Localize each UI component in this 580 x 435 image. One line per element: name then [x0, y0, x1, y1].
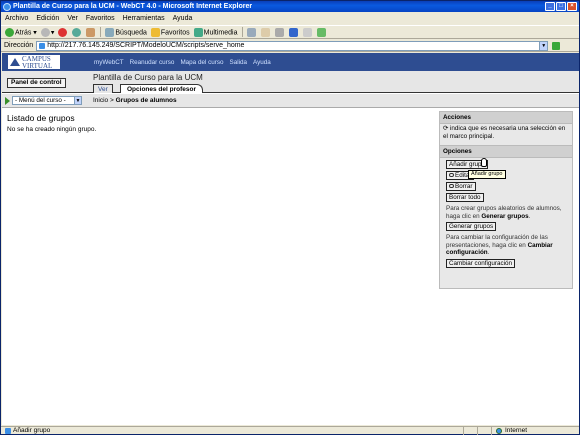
- selection-icon: [449, 173, 454, 177]
- tab-opciones-profesor[interactable]: Opciones del profesor: [120, 84, 203, 93]
- empty-message: No se ha creado ningún grupo.: [7, 126, 97, 133]
- page-content: CAMPUS VIRTUAL myWebCT Reanudar curso Ma…: [2, 53, 579, 425]
- menu-ayuda[interactable]: Ayuda: [173, 13, 193, 24]
- config-note: Para cambiar la configuración de las pre…: [446, 234, 553, 256]
- logo-icon: [10, 58, 20, 66]
- minimize-button[interactable]: _: [545, 2, 555, 11]
- title-bar: Plantilla de Curso para la UCM - WebCT 4…: [1, 1, 579, 12]
- browser-window: Plantilla de Curso para la UCM - WebCT 4…: [0, 0, 580, 435]
- top-nav: myWebCT Reanudar curso Mapa del curso Sa…: [94, 53, 271, 71]
- nav-reanudar-curso[interactable]: Reanudar curso: [130, 59, 175, 66]
- go-arrow-icon: [552, 41, 561, 50]
- forward-arrow-icon: [40, 27, 50, 37]
- favorites-button[interactable]: Favoritos: [150, 27, 190, 37]
- generate-note: Para crear grupos aleatorios de alumnos,…: [446, 205, 562, 220]
- home-icon[interactable]: [86, 27, 96, 37]
- nav-ayuda[interactable]: Ayuda: [253, 59, 271, 66]
- menu-edicion[interactable]: Edición: [36, 13, 59, 24]
- delete-button[interactable]: Borrar: [446, 182, 476, 191]
- webct-top-bar: CAMPUS VIRTUAL myWebCT Reanudar curso Ma…: [2, 53, 579, 71]
- address-input[interactable]: http://217.76.145.249/SCRIPT/ModeloUCM/s…: [36, 40, 549, 51]
- discuss-icon[interactable]: [302, 27, 312, 37]
- breadcrumb-separator: >: [110, 97, 114, 104]
- menu-favoritos[interactable]: Favoritos: [86, 13, 115, 24]
- search-button[interactable]: Búsqueda: [105, 27, 147, 37]
- acciones-title: Acciones: [440, 112, 572, 124]
- ie-icon: [3, 3, 11, 11]
- selection-icon: ⟳: [443, 125, 449, 132]
- page-icon: [5, 428, 11, 434]
- menu-herramientas[interactable]: Herramientas: [123, 13, 165, 24]
- word-icon[interactable]: [288, 27, 298, 37]
- tab-ver[interactable]: Ver: [93, 84, 113, 93]
- security-zone: Internet: [491, 427, 579, 435]
- media-icon: [193, 27, 203, 37]
- toolbar-separator: [100, 27, 102, 37]
- page-title: Listado de grupos: [7, 113, 75, 123]
- chevron-down-icon[interactable]: ▼: [539, 40, 549, 51]
- stop-icon[interactable]: [58, 27, 68, 37]
- nav-salida[interactable]: Salida: [230, 59, 248, 66]
- nav-mywebct[interactable]: myWebCT: [94, 59, 124, 66]
- forward-button[interactable]: ▾: [40, 27, 54, 37]
- actions-sidebar: Acciones ⟳ indica que es necesaria una s…: [439, 111, 573, 289]
- breadcrumb: Inicio > Grupos de alumnos: [93, 97, 177, 104]
- search-icon: [105, 27, 115, 37]
- globe-icon: [496, 428, 502, 434]
- star-icon: [150, 27, 160, 37]
- control-panel-button[interactable]: Panel de control: [7, 78, 66, 88]
- back-arrow-icon: [5, 27, 14, 37]
- media-button[interactable]: Multimedia: [193, 27, 238, 37]
- chevron-down-icon[interactable]: ▼: [74, 96, 82, 105]
- campus-virtual-logo[interactable]: CAMPUS VIRTUAL: [8, 55, 60, 69]
- nav-mapa-del-curso[interactable]: Mapa del curso: [180, 59, 223, 66]
- menu-arrow-icon[interactable]: [5, 97, 10, 105]
- menu-archivo[interactable]: Archivo: [5, 13, 28, 24]
- menu-bar: Archivo Edición Ver Favoritos Herramient…: [1, 13, 579, 24]
- maximize-button[interactable]: □: [556, 2, 566, 11]
- course-menu-select[interactable]: - Menú del curso - ▼: [12, 96, 82, 105]
- print-icon[interactable]: [274, 27, 284, 37]
- status-bar: Añadir grupo Internet: [1, 426, 579, 435]
- close-button[interactable]: ×: [567, 2, 577, 11]
- breadcrumb-current: Grupos de alumnos: [115, 97, 177, 104]
- main-panel: Listado de grupos No se ha creado ningún…: [7, 113, 427, 133]
- opciones-title: Opciones: [440, 145, 572, 158]
- mail-icon[interactable]: [260, 27, 270, 37]
- tooltip: Añadir grupo: [468, 170, 506, 179]
- toolbar: Atrás ▾ ▾ Búsqueda Favoritos Multimedia: [1, 25, 579, 39]
- window-title: Plantilla de Curso para la UCM - WebCT 4…: [13, 3, 253, 10]
- status-cell: [463, 427, 477, 435]
- history-icon[interactable]: [246, 27, 256, 37]
- acciones-text: ⟳ indica que es necesaria una selección …: [443, 125, 566, 140]
- status-text: Añadir grupo: [1, 427, 463, 435]
- selection-icon: [449, 184, 454, 188]
- delete-all-button[interactable]: Borrar todo: [446, 193, 484, 202]
- hand-cursor-icon: [481, 158, 487, 167]
- menu-ver[interactable]: Ver: [67, 13, 78, 24]
- course-title: Plantilla de Curso para la UCM: [93, 73, 203, 82]
- generate-groups-button[interactable]: Generar grupos: [446, 222, 497, 231]
- address-label: Dirección: [4, 42, 34, 49]
- breadcrumb-home[interactable]: Inicio: [93, 97, 108, 104]
- address-bar: Dirección http://217.76.145.249/SCRIPT/M…: [1, 40, 579, 52]
- messenger-icon[interactable]: [316, 27, 326, 37]
- go-button[interactable]: [552, 41, 561, 50]
- course-header: Panel de control Plantilla de Curso para…: [2, 71, 579, 93]
- course-nav-bar: - Menú del curso - ▼ Inicio > Grupos de …: [2, 94, 579, 108]
- status-cell: [477, 427, 491, 435]
- back-button[interactable]: Atrás ▾: [5, 27, 37, 37]
- refresh-icon[interactable]: [72, 27, 82, 37]
- toolbar-separator: [241, 27, 243, 37]
- change-config-button[interactable]: Cambiar configuración: [446, 258, 515, 268]
